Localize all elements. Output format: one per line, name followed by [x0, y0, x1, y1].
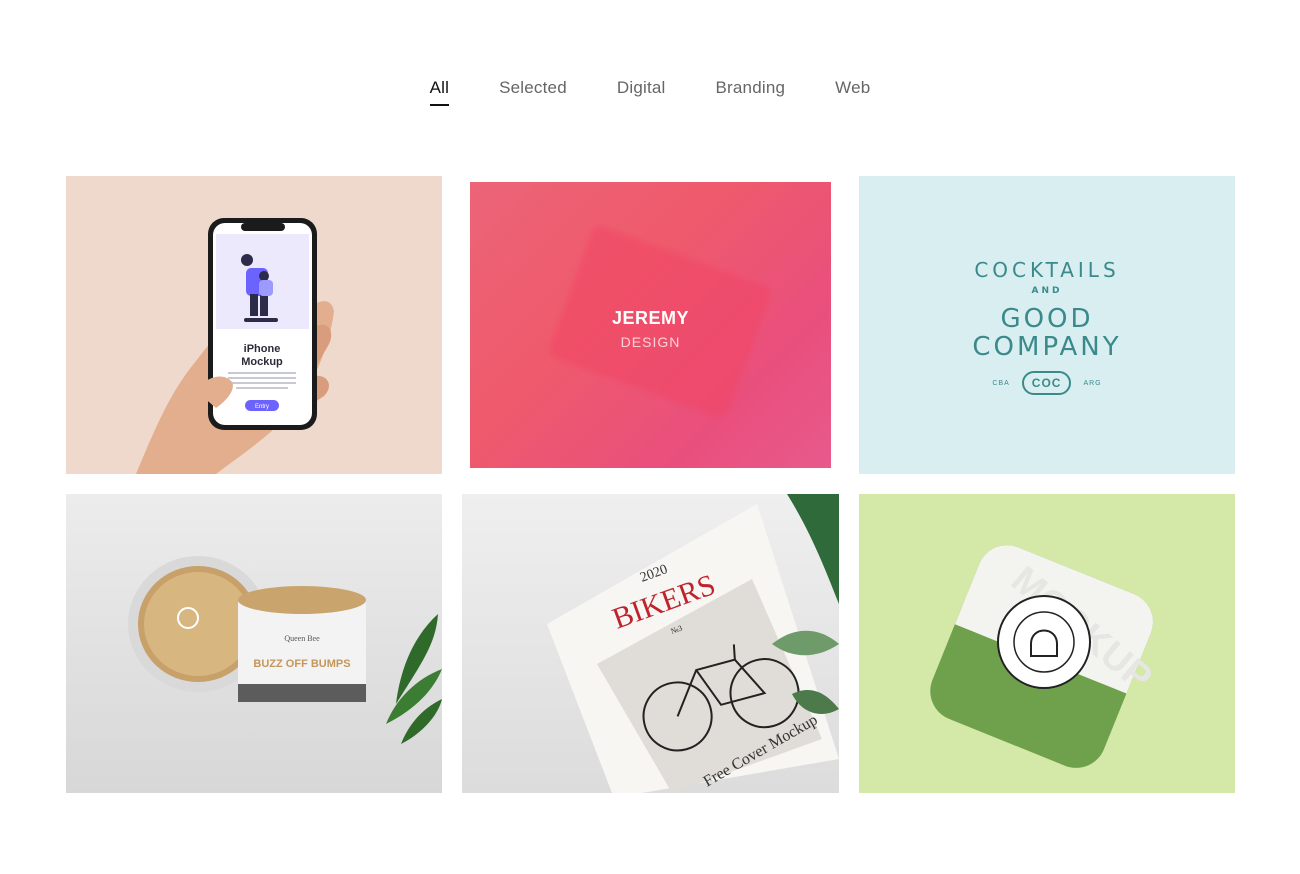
filter-tab-selected[interactable]: Selected — [499, 78, 567, 106]
jeremy-title: JEREMY — [611, 308, 690, 328]
gradient-card: JEREMY DESIGN — [470, 182, 831, 468]
filter-tab-digital[interactable]: Digital — [617, 78, 666, 106]
cocktails-good: GOOD — [1000, 304, 1094, 334]
portfolio-item-coaster-mockup[interactable]: MOCKUP — [859, 494, 1235, 793]
filter-tabs: All Selected Digital Branding Web — [0, 78, 1300, 106]
coc-badge: COC — [1021, 371, 1072, 395]
portfolio-item-queen-bee-jar[interactable]: Queen Bee BUZZ OFF BUMPS — [66, 494, 442, 793]
cocktails-left-label: CBA — [992, 379, 1010, 387]
iphone-title-text: iPhone — [244, 343, 281, 355]
hand-holding-phone-image: iPhone Mockup Entry — [136, 218, 334, 474]
jar-brand-text: Queen Bee — [284, 634, 320, 643]
cocktails-and: AND — [1031, 286, 1063, 296]
coaster-mockup-image: MOCKUP — [930, 545, 1160, 768]
jeremy-subtitle: DESIGN — [620, 334, 681, 350]
jar-mockup-image: Queen Bee BUZZ OFF BUMPS — [128, 556, 442, 744]
filter-tab-web[interactable]: Web — [835, 78, 870, 106]
filter-tab-branding[interactable]: Branding — [716, 78, 786, 106]
portfolio-item-jeremy-design[interactable]: JEREMY DESIGN — [462, 176, 839, 474]
magazine-mockup-image: 2020 BIKERS №3 Free Cover Mockup — [547, 494, 839, 793]
iphone-subtitle-text: Mockup — [241, 356, 283, 368]
cocktails-company: COMPANY — [972, 332, 1122, 362]
cocktails-right-label: ARG — [1083, 379, 1102, 387]
portfolio-item-iphone-mockup[interactable]: iPhone Mockup Entry — [66, 176, 442, 474]
jar-product-text: BUZZ OFF BUMPS — [253, 658, 350, 670]
portfolio-item-cocktails-logo[interactable]: COCKTAILS AND GOOD COMPANY CBA COC ARG — [859, 176, 1235, 474]
cocktails-line: COCKTAILS — [974, 258, 1120, 282]
iphone-entry-button-text: Entry — [255, 404, 269, 410]
filter-tab-all[interactable]: All — [429, 78, 450, 106]
cocktails-badge-row: CBA COC ARG — [859, 371, 1235, 395]
portfolio-item-bikers-cover[interactable]: 2020 BIKERS №3 Free Cover Mockup — [462, 494, 839, 793]
